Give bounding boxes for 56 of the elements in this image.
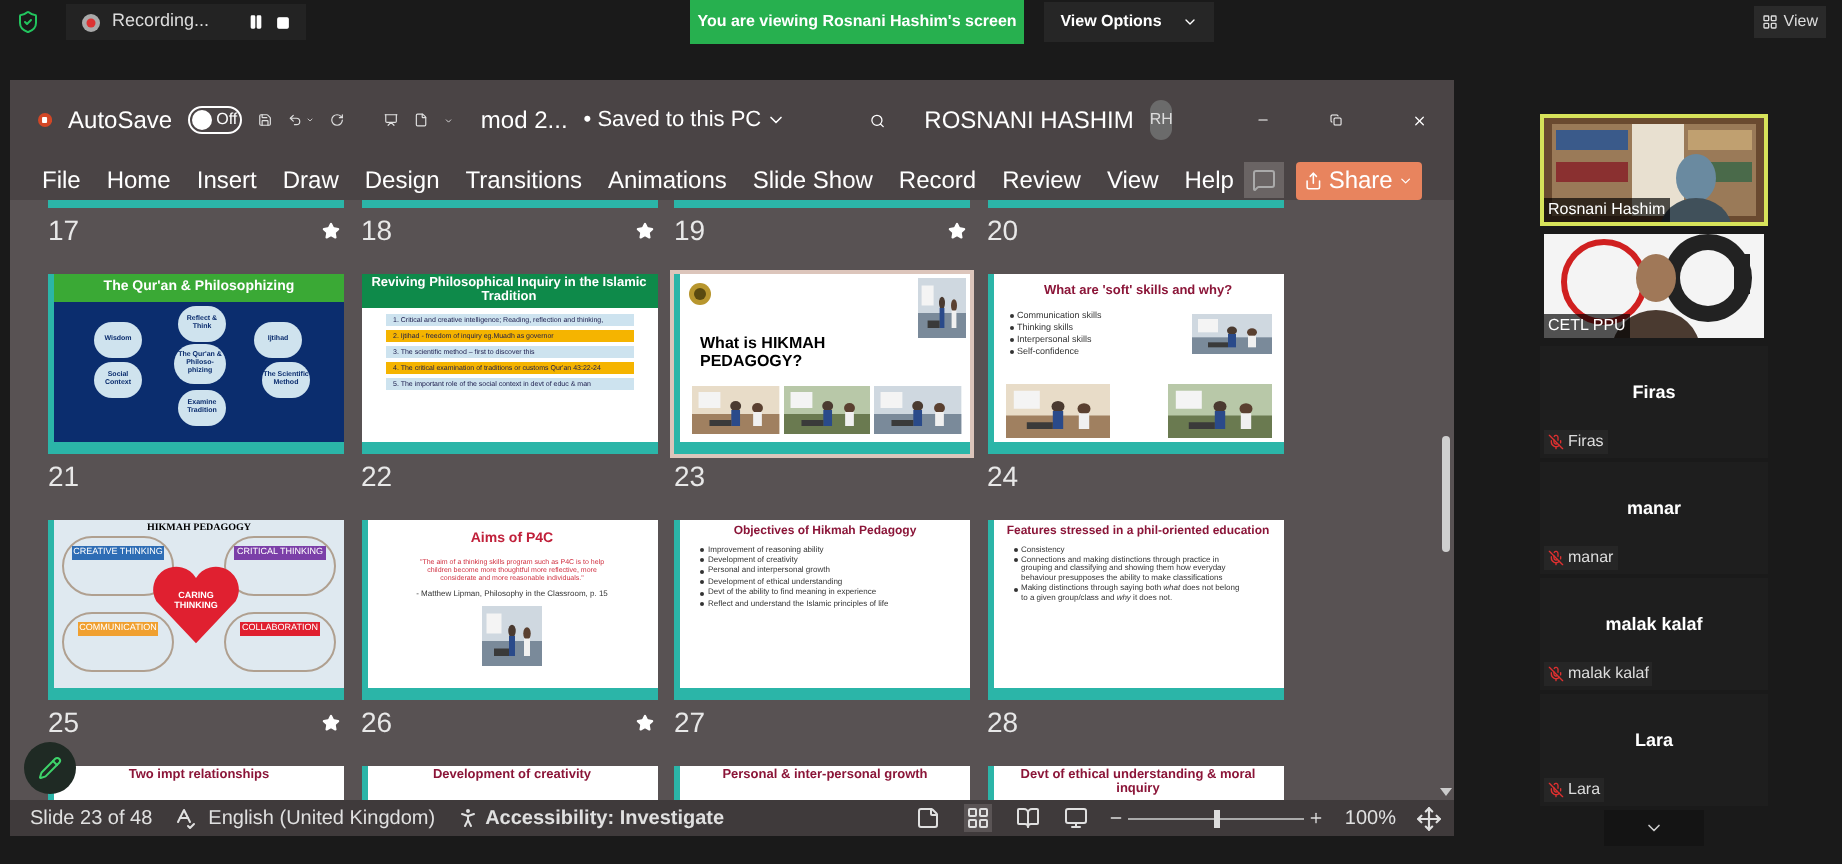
slide-number: 20 [987, 211, 1019, 249]
ribbon-tab[interactable]: Slide Show [752, 162, 873, 198]
participant-label: Lara [1568, 778, 1601, 802]
autosave-label: AutoSave [68, 104, 173, 138]
participant-label: malak kalaf [1568, 662, 1649, 686]
participant-name: Firas [1632, 380, 1676, 407]
ribbon-tab[interactable]: Record [898, 162, 977, 198]
language-label[interactable]: English (United Kingdom) [208, 803, 436, 833]
view-button[interactable]: View [1753, 6, 1826, 38]
participant-label: manar [1568, 546, 1614, 570]
zoom-level[interactable]: 100% [1344, 803, 1396, 833]
slide-number: 21 [48, 457, 80, 495]
slide-number: 25 [48, 703, 80, 741]
recording-label: Recording... [112, 8, 210, 35]
slide-number: 19 [674, 211, 706, 249]
participant-label: Firas [1568, 430, 1604, 454]
autosave-toggle[interactable]: Off [188, 106, 242, 134]
ribbon-tab[interactable]: Draw [282, 162, 339, 198]
file-name: mod 2... [480, 104, 568, 138]
slide-thumbnail[interactable]: What is HIKMAH PEDAGOGY? [674, 274, 970, 454]
ribbon-tab[interactable]: Help [1184, 162, 1234, 198]
view-options-button[interactable]: View Options [1044, 2, 1214, 42]
user-name: ROSNANI HASHIM [924, 104, 1134, 138]
slide-number: 28 [987, 703, 1019, 741]
slide-number: 18 [361, 211, 393, 249]
ribbon-tab[interactable]: Insert [196, 162, 257, 198]
participant-name: CETL PPU [1544, 314, 1630, 338]
slide-number: 27 [674, 703, 706, 741]
participant-tile[interactable]: manar manar [1540, 462, 1768, 574]
participant-name: malak kalaf [1605, 612, 1703, 639]
participant-name: Rosnani Hashim [1544, 198, 1670, 222]
ribbon-tab[interactable]: Review [1002, 162, 1081, 198]
slide-number: 22 [361, 457, 393, 495]
ribbon-tab[interactable]: Design [364, 162, 440, 198]
participant-tile[interactable]: Firas Firas [1540, 346, 1768, 458]
save-status-button[interactable]: • Saved to this PC [583, 103, 786, 137]
ribbon-tab[interactable]: Home [106, 162, 171, 198]
participant-tile[interactable]: malak kalaf malak kalaf [1540, 578, 1768, 690]
user-avatar[interactable]: RH [1149, 100, 1173, 140]
ribbon-tab[interactable]: Transitions [465, 162, 582, 198]
slide-title: What is HIKMAH PEDAGOGY? [700, 334, 828, 371]
ribbon-tab[interactable]: Animations [608, 162, 727, 198]
screen-share-banner: You are viewing Rosnani Hashim's screen [690, 0, 1024, 44]
slide-counter: Slide 23 of 48 [30, 805, 153, 833]
slide-number: 26 [361, 703, 393, 741]
participant-tile[interactable]: Lara Lara [1540, 694, 1768, 806]
ribbon-tab[interactable]: View [1106, 162, 1159, 198]
slide-number: 17 [48, 211, 80, 249]
participant-name: manar [1626, 496, 1681, 523]
ribbon-tab[interactable]: File [42, 162, 81, 198]
participant-name: Lara [1634, 728, 1673, 755]
video-tile[interactable]: Rosnani Hashim [1540, 114, 1768, 226]
video-tile[interactable]: CETL PPU [1540, 230, 1768, 342]
accessibility-status[interactable]: Accessibility: Investigate [485, 803, 725, 833]
slide-number: 24 [987, 457, 1019, 495]
slide-number: 23 [674, 457, 706, 495]
